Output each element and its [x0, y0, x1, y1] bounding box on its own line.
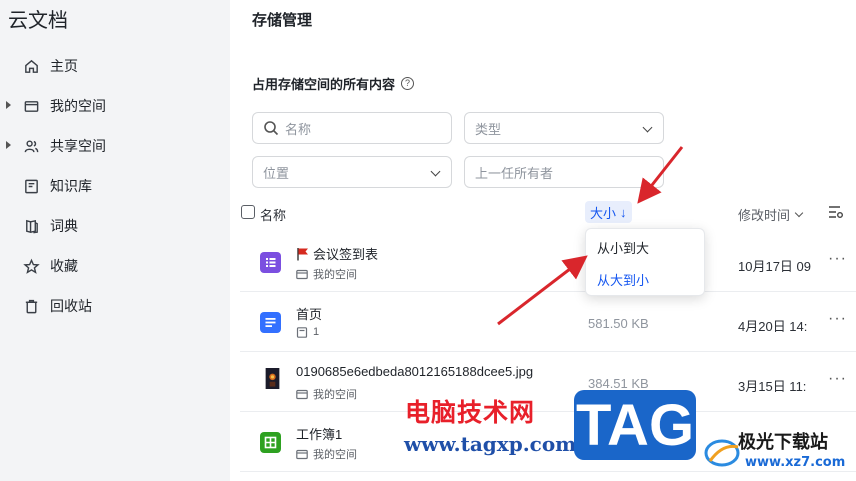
section-title: 占用存储空间的所有内容 ? — [252, 74, 415, 93]
sidebar-item-label: 收藏 — [50, 258, 78, 274]
sidebar-item-label: 主页 — [50, 58, 78, 74]
file-name-text: 0190685e6edbeda8012165188dcee5.jpg — [296, 364, 534, 379]
sidebar-item-trash[interactable]: 回收站 — [0, 286, 230, 326]
table-row[interactable]: 会议签到表 我的空间 10月17日 09 ··· — [240, 232, 856, 292]
search-input[interactable]: 名称 — [252, 112, 452, 144]
column-header-name[interactable]: 名称 — [260, 205, 286, 224]
watermark-download-site-url: www.xz7.com — [745, 455, 846, 470]
file-size: 384.51 KB — [588, 376, 649, 391]
sidebar-item-knowledge-base[interactable]: 知识库 — [0, 166, 230, 206]
location-select[interactable]: 位置 — [252, 156, 452, 188]
file-location-text: 我的空间 — [313, 389, 357, 401]
file-name-text: 首页 — [296, 307, 323, 322]
section-title-text: 占用存储空间的所有内容 — [252, 77, 396, 92]
form-file-icon — [260, 252, 281, 273]
users-icon — [22, 137, 40, 155]
search-placeholder: 名称 — [285, 121, 312, 137]
previous-owner-input[interactable]: 上一任所有者 — [464, 156, 664, 188]
file-location: 1 — [296, 326, 319, 338]
folder-icon — [296, 449, 308, 460]
file-modified-date: 10月17日 09 — [738, 259, 811, 274]
file-name: 0190685e6edbeda8012165188dcee5.jpg — [296, 364, 533, 379]
folder-icon — [296, 389, 308, 400]
sort-option-ascending[interactable]: 从小到大 — [586, 231, 704, 263]
sidebar: 云文档 主页 我的空间 共享空间 知识库 词典 收藏 回收站 — [0, 0, 230, 481]
sidebar-item-my-space[interactable]: 我的空间 — [0, 86, 230, 126]
trash-icon — [22, 297, 40, 315]
sidebar-item-label: 我的空间 — [50, 98, 106, 114]
chevron-down-icon — [794, 208, 804, 218]
watermark-download-site-name: 极光下载站 — [738, 432, 828, 452]
sort-order-menu: 从小到大 从大到小 — [585, 228, 705, 296]
watermark-tag-logo: TAG — [574, 390, 696, 460]
star-icon — [22, 257, 40, 275]
chevron-down-icon — [430, 166, 441, 177]
table-row[interactable]: 0190685e6edbeda8012165188dcee5.jpg 我的空间 … — [240, 352, 856, 412]
expand-caret-icon[interactable] — [6, 141, 11, 149]
sheet-file-icon — [260, 432, 281, 453]
flag-icon — [296, 247, 310, 261]
file-location: 我的空间 — [296, 446, 357, 462]
image-thumbnail — [262, 368, 280, 394]
main-content: 存储管理 占用存储空间的所有内容 ? 名称 类型 位置 上一任所有者 名称 大小… — [230, 0, 856, 481]
sort-option-descending[interactable]: 从大到小 — [586, 263, 704, 295]
sidebar-item-dictionary[interactable]: 词典 — [0, 206, 230, 246]
owner-placeholder: 上一任所有者 — [475, 165, 554, 181]
sidebar-nav: 主页 我的空间 共享空间 知识库 词典 收藏 回收站 — [0, 46, 230, 326]
sidebar-item-home[interactable]: 主页 — [0, 46, 230, 86]
expand-caret-icon[interactable] — [6, 101, 11, 109]
sidebar-item-favorites[interactable]: 收藏 — [0, 246, 230, 286]
sidebar-item-label: 回收站 — [50, 298, 92, 314]
file-modified-date: 4月20日 14: — [738, 319, 808, 334]
sidebar-item-label: 知识库 — [50, 178, 92, 194]
book-icon — [22, 177, 40, 195]
file-location: 我的空间 — [296, 266, 357, 282]
file-name: 会议签到表 — [296, 244, 378, 263]
search-icon — [263, 120, 279, 136]
more-actions-icon[interactable]: ··· — [828, 310, 847, 328]
app-title: 云文档 — [8, 10, 68, 32]
home-icon — [22, 57, 40, 75]
column-settings-icon[interactable] — [828, 205, 844, 219]
type-select[interactable]: 类型 — [464, 112, 664, 144]
type-placeholder: 类型 — [475, 121, 502, 137]
doc-file-icon — [260, 312, 281, 333]
file-name: 工作簿1 — [296, 424, 342, 443]
watermark-site-url: www.tagxp.com — [404, 432, 577, 456]
file-size: 581.50 KB — [588, 316, 649, 331]
page-title: 存储管理 — [252, 12, 313, 29]
dictionary-icon — [22, 217, 40, 235]
select-all-checkbox[interactable] — [241, 205, 255, 219]
folder-icon — [296, 269, 308, 280]
chevron-down-icon — [642, 122, 653, 133]
file-location-text: 我的空间 — [313, 269, 357, 281]
table-row[interactable]: 首页 1 581.50 KB 4月20日 14: ··· — [240, 292, 856, 352]
sidebar-item-shared-space[interactable]: 共享空间 — [0, 126, 230, 166]
file-location-text: 1 — [313, 326, 320, 338]
help-icon[interactable]: ? — [401, 77, 415, 90]
more-actions-icon[interactable]: ··· — [828, 370, 847, 388]
file-name-text: 会议签到表 — [313, 247, 379, 262]
column-header-size[interactable]: 大小 ↓ — [585, 201, 632, 223]
file-modified-date: 3月15日 11: — [738, 379, 807, 394]
folder-icon — [22, 97, 40, 115]
sidebar-item-label: 词典 — [50, 218, 78, 234]
column-header-modified[interactable]: 修改时间 — [738, 205, 804, 224]
more-actions-icon[interactable]: ··· — [828, 250, 847, 268]
watermark-site-name: 电脑技术网 — [405, 399, 536, 427]
file-location-text: 我的空间 — [313, 449, 357, 461]
column-header-modified-label: 修改时间 — [738, 208, 791, 223]
column-header-size-label: 大小 — [590, 205, 617, 221]
sidebar-item-label: 共享空间 — [50, 138, 106, 154]
file-name-text: 工作簿1 — [296, 427, 343, 442]
sort-arrow-down-icon: ↓ — [620, 204, 627, 220]
file-name: 首页 — [296, 304, 322, 323]
file-location: 我的空间 — [296, 386, 357, 402]
book-icon — [296, 326, 308, 338]
location-placeholder: 位置 — [263, 165, 290, 181]
